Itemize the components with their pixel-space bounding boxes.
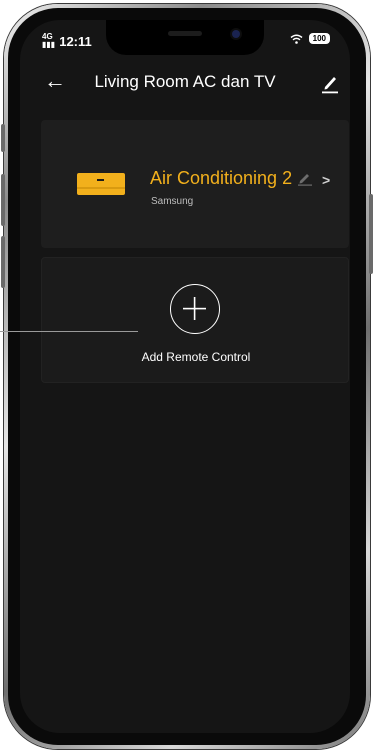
status-time: 12:11 [59, 33, 92, 49]
callout-line [0, 331, 138, 332]
air-conditioner-icon [77, 173, 125, 195]
volume-down-button [1, 236, 5, 288]
power-button [369, 194, 373, 274]
add-plus-button[interactable] [170, 284, 220, 334]
page-title: Living Room AC dan TV [94, 72, 276, 91]
notch [106, 20, 264, 55]
plus-icon [183, 297, 206, 320]
volume-up-button [1, 174, 5, 226]
add-remote-card[interactable]: Add Remote Control [41, 257, 349, 383]
add-remote-label: Add Remote Control [141, 350, 251, 364]
speaker-grille [168, 31, 202, 36]
signal-icon: 4G ▮▮▮ [42, 32, 56, 49]
edit-pencil-icon[interactable] [320, 72, 340, 94]
mute-switch [1, 124, 5, 152]
device-brand: Samsung [151, 196, 194, 207]
device-card[interactable]: Air Conditioning 2 Samsung > [41, 120, 349, 248]
app-header: ← Living Room AC dan TV [20, 68, 350, 98]
device-name[interactable]: Air Conditioning 2 [150, 168, 292, 189]
wifi-icon [290, 34, 303, 44]
front-camera [232, 30, 240, 38]
status-bar-right: 100 [290, 33, 330, 44]
chevron-right-icon[interactable]: > [322, 172, 330, 188]
battery-icon: 100 [308, 33, 330, 44]
status-bar-left: 4G ▮▮▮ 12:11 [42, 33, 92, 49]
app-screen: 4G ▮▮▮ 12:11 100 ← Living Room AC dan TV… [20, 20, 350, 733]
rename-pencil-icon[interactable] [297, 170, 313, 186]
